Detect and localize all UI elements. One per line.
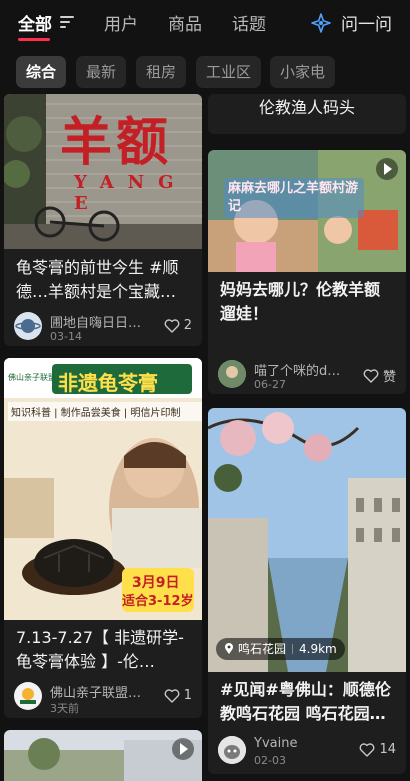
feed-card[interactable]: 伦教渔人码头 (208, 94, 406, 134)
like-button[interactable]: 14 (359, 742, 396, 757)
card-meta: 圃地自嗨日日… 03-14 2 (14, 312, 192, 346)
like-button[interactable]: 2 (164, 318, 192, 333)
tab-all[interactable]: 全部 (18, 10, 52, 35)
sign-characters: 羊额 (60, 112, 173, 173)
card-image: 佛山亲子联盟 非遗龟苓膏 知识科普 | 制作品尝美食 | 明信片印制 3月9日 … (4, 358, 202, 620)
feed-card[interactable]: 佛山亲子联盟 非遗龟苓膏 知识科普 | 制作品尝美食 | 明信片印制 3月9日 … (4, 358, 202, 718)
tab-users[interactable]: 用户 (104, 10, 138, 35)
tag-divider (292, 644, 294, 654)
like-count: 1 (183, 688, 192, 703)
image-overlay-title: 麻麻去哪儿之羊额村游记 (224, 178, 364, 218)
feed-card[interactable] (4, 730, 202, 781)
feed-card[interactable]: 羊额 YANG E 龟苓膏的前世今生 #顺德…羊额村是个宝藏… 圃地自嗨日日… … (4, 94, 202, 346)
tab-topics[interactable]: 话题 (232, 10, 266, 35)
post-date: 02-03 (254, 754, 286, 767)
like-button[interactable]: 1 (164, 688, 192, 703)
active-tab-indicator (18, 38, 50, 41)
avatar[interactable] (218, 736, 246, 764)
card-meta: 佛山亲子联盟… 3天前 1 (14, 682, 192, 716)
avatar[interactable] (14, 682, 42, 710)
author-name[interactable]: 佛山亲子联盟… (50, 682, 141, 701)
post-date: 3天前 (50, 702, 79, 715)
card-title: 龟苓膏的前世今生 #顺德…羊额村是个宝藏… (16, 258, 179, 301)
poster-date: 3月9日 (132, 575, 180, 591)
author-name[interactable]: Yvaine (254, 736, 297, 751)
feed-card[interactable]: 鸣石花园 4.9km #见闻#粤佛山：顺德伦教鸣石花园 鸣石花园… Yvaine… (208, 408, 406, 774)
card-meta: Yvaine 02-03 14 (218, 736, 396, 770)
card-title: #见闻#粤佛山：顺德伦教鸣石花园 鸣石花园… (220, 680, 391, 723)
ask-label: 问一问 (341, 15, 392, 35)
card-title: 7.13-7.27【 非遗研学-龟苓膏体验 】-伦… (16, 628, 184, 671)
card-image: 羊额 YANG E (4, 94, 202, 249)
chip-latest[interactable]: 最新 (76, 56, 127, 88)
avatar[interactable] (218, 360, 246, 388)
like-count: 14 (379, 742, 396, 757)
sparkle-icon (311, 12, 331, 33)
chip-comprehensive[interactable]: 综合 (16, 56, 67, 88)
feed-card[interactable]: 麻麻去哪儿之羊额村游记 妈妈去哪儿？伦教羊额遛娃！ 喵了个咪的d… 06-27 … (208, 150, 406, 394)
card-title: 妈妈去哪儿？伦教羊额遛娃！ (220, 280, 381, 323)
location-name: 鸣石花园 (238, 642, 287, 656)
poster-tags: 知识科普 | 制作品尝美食 | 明信片印制 (8, 402, 202, 421)
card-meta: 喵了个咪的d… 06-27 赞 (218, 360, 396, 394)
location-pin-icon (225, 643, 233, 654)
brand-badge: 佛山亲子联盟 (8, 373, 56, 382)
card-title: 伦教渔人码头 (258, 98, 355, 117)
ask-button[interactable]: 问一问 (311, 10, 392, 35)
avatar[interactable] (14, 312, 42, 340)
chip-small-appliance[interactable]: 小家电 (270, 56, 336, 88)
like-count: 赞 (382, 370, 396, 385)
top-tab-bar: 全部 用户 商品 话题 问一问 (0, 0, 410, 48)
video-play-icon (376, 158, 398, 180)
sign-pinyin: YANG E (74, 172, 188, 214)
heart-icon (164, 688, 180, 703)
like-count: 2 (183, 318, 192, 333)
card-image: 鸣石花园 4.9km (208, 408, 406, 672)
card-image (4, 730, 202, 781)
video-play-icon (172, 738, 194, 760)
location-tag[interactable]: 鸣石花园 4.9km (216, 638, 345, 660)
feed: 羊额 YANG E 龟苓膏的前世今生 #顺德…羊额村是个宝藏… 圃地自嗨日日… … (0, 94, 410, 781)
chip-rent[interactable]: 租房 (136, 56, 187, 88)
heart-icon (164, 318, 180, 333)
chip-industrial-zone[interactable]: 工业区 (196, 56, 262, 88)
poster-age: 适合3-12岁 (122, 594, 194, 609)
poster-title: 非遗龟苓膏 (58, 371, 158, 395)
tab-products[interactable]: 商品 (168, 10, 202, 35)
location-distance: 4.9km (299, 642, 337, 656)
card-image: 麻麻去哪儿之羊额村游记 (208, 150, 406, 272)
post-date: 03-14 (50, 330, 82, 343)
heart-icon (363, 368, 379, 383)
filter-icon[interactable] (60, 16, 74, 28)
post-date: 06-27 (254, 378, 286, 391)
heart-icon (360, 742, 375, 757)
filter-chips: 综合 最新 租房 工业区 小家电 (0, 56, 410, 90)
author-name[interactable]: 喵了个咪的d… (254, 360, 340, 379)
author-name[interactable]: 圃地自嗨日日… (50, 312, 141, 331)
like-button[interactable]: 赞 (363, 366, 396, 385)
